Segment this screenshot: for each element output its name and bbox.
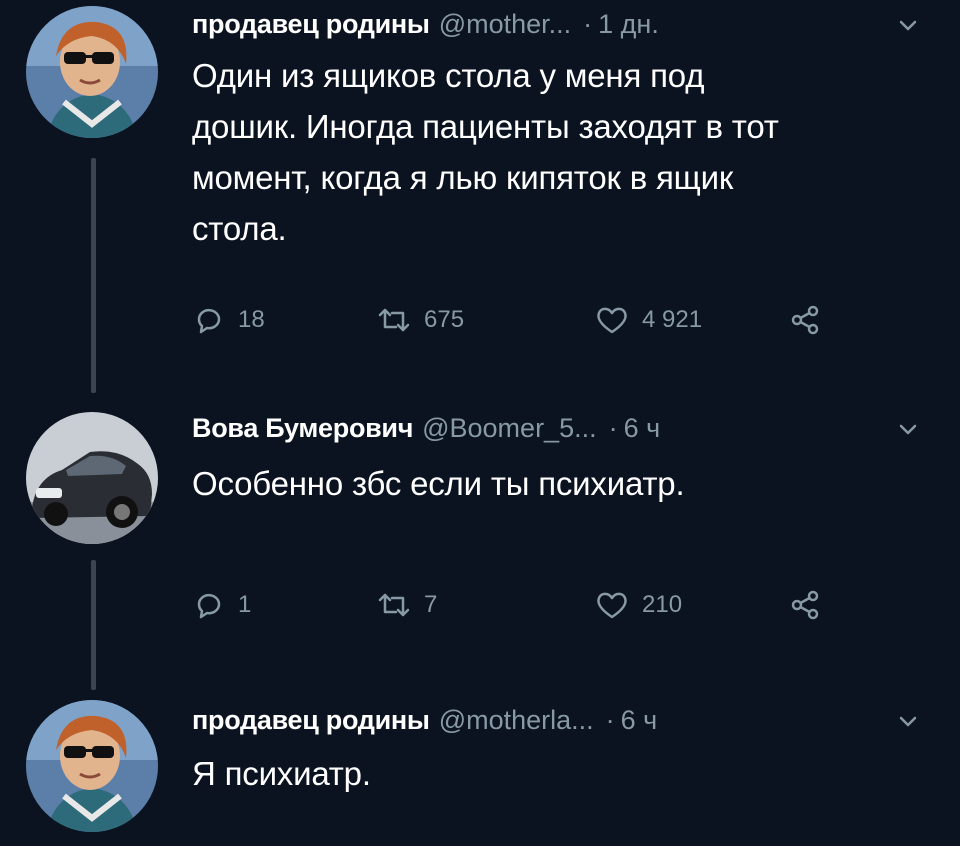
- tweet-text: Один из ящиков стола у меня под дошик. И…: [192, 50, 932, 254]
- chevron-down-icon[interactable]: [898, 712, 918, 732]
- tweet-header: Вова Бумерович @Boomer_5... · 6 ч: [192, 408, 660, 448]
- user-handle[interactable]: @Boomer_5...: [422, 413, 597, 444]
- separator-dot: ·: [583, 8, 593, 39]
- tweet-text-line: Я психиатр.: [192, 755, 371, 792]
- chevron-down-icon[interactable]: [898, 420, 918, 440]
- separator-dot: ·: [608, 412, 618, 443]
- like-count: 210: [642, 591, 683, 618]
- heart-icon: [597, 592, 627, 619]
- retweet-count: 7: [424, 591, 438, 618]
- like-button[interactable]: 210: [594, 585, 682, 625]
- share-button[interactable]: [788, 585, 822, 625]
- timestamp[interactable]: 6 ч: [624, 413, 661, 444]
- timestamp[interactable]: 6 ч: [621, 705, 658, 736]
- chevron-down-icon[interactable]: [898, 16, 918, 36]
- reply-button[interactable]: 18: [192, 300, 265, 340]
- share-button[interactable]: [788, 300, 822, 340]
- retweet-button[interactable]: 7: [376, 585, 437, 625]
- tweet-text-line: стола.: [192, 210, 287, 247]
- like-count: 4 921: [642, 306, 703, 333]
- heart-icon: [597, 307, 627, 334]
- tweet-actions: 1 7 210: [192, 585, 892, 625]
- tweet-text-line: Особенно збс если ты психиатр.: [192, 465, 685, 502]
- tweet-text-line: дошик. Иногда пациенты заходят в тот: [192, 108, 779, 145]
- display-name[interactable]: Вова Бумерович: [192, 413, 413, 444]
- tweet-header: продавец родины @mother... · 1 дн.: [192, 4, 659, 44]
- reply-icon: [197, 593, 221, 619]
- display-name[interactable]: продавец родины: [192, 9, 430, 40]
- thread-line-1: [91, 158, 96, 393]
- tweet-text: Я психиатр.: [192, 748, 932, 799]
- reply-icon: [197, 308, 221, 334]
- reply-count: 18: [238, 306, 265, 333]
- retweet-icon: [378, 308, 410, 332]
- user-handle[interactable]: @mother...: [439, 9, 571, 40]
- retweet-count: 675: [424, 306, 465, 333]
- share-icon: [791, 305, 819, 335]
- tweet-text: Особенно збс если ты психиатр.: [192, 458, 932, 509]
- user-handle[interactable]: @motherla...: [439, 705, 594, 736]
- like-button[interactable]: 4 921: [594, 300, 702, 340]
- share-icon: [791, 590, 819, 620]
- reply-button[interactable]: 1: [192, 585, 251, 625]
- retweet-icon: [378, 593, 410, 617]
- reply-count: 1: [238, 591, 252, 618]
- avatar[interactable]: [26, 412, 158, 544]
- tweet-text-line: Один из ящиков стола у меня под: [192, 57, 705, 94]
- separator-dot: ·: [605, 704, 615, 735]
- thread-line-2: [91, 560, 96, 690]
- avatar[interactable]: [26, 700, 158, 832]
- tweet-header: продавец родины @motherla... · 6 ч: [192, 700, 657, 740]
- avatar[interactable]: [26, 6, 158, 138]
- display-name[interactable]: продавец родины: [192, 705, 430, 736]
- retweet-button[interactable]: 675: [376, 300, 464, 340]
- tweet-text-line: момент, когда я лью кипяток в ящик: [192, 159, 734, 196]
- tweet-actions: 18 675 4 921: [192, 300, 892, 340]
- timestamp[interactable]: 1 дн.: [598, 9, 659, 40]
